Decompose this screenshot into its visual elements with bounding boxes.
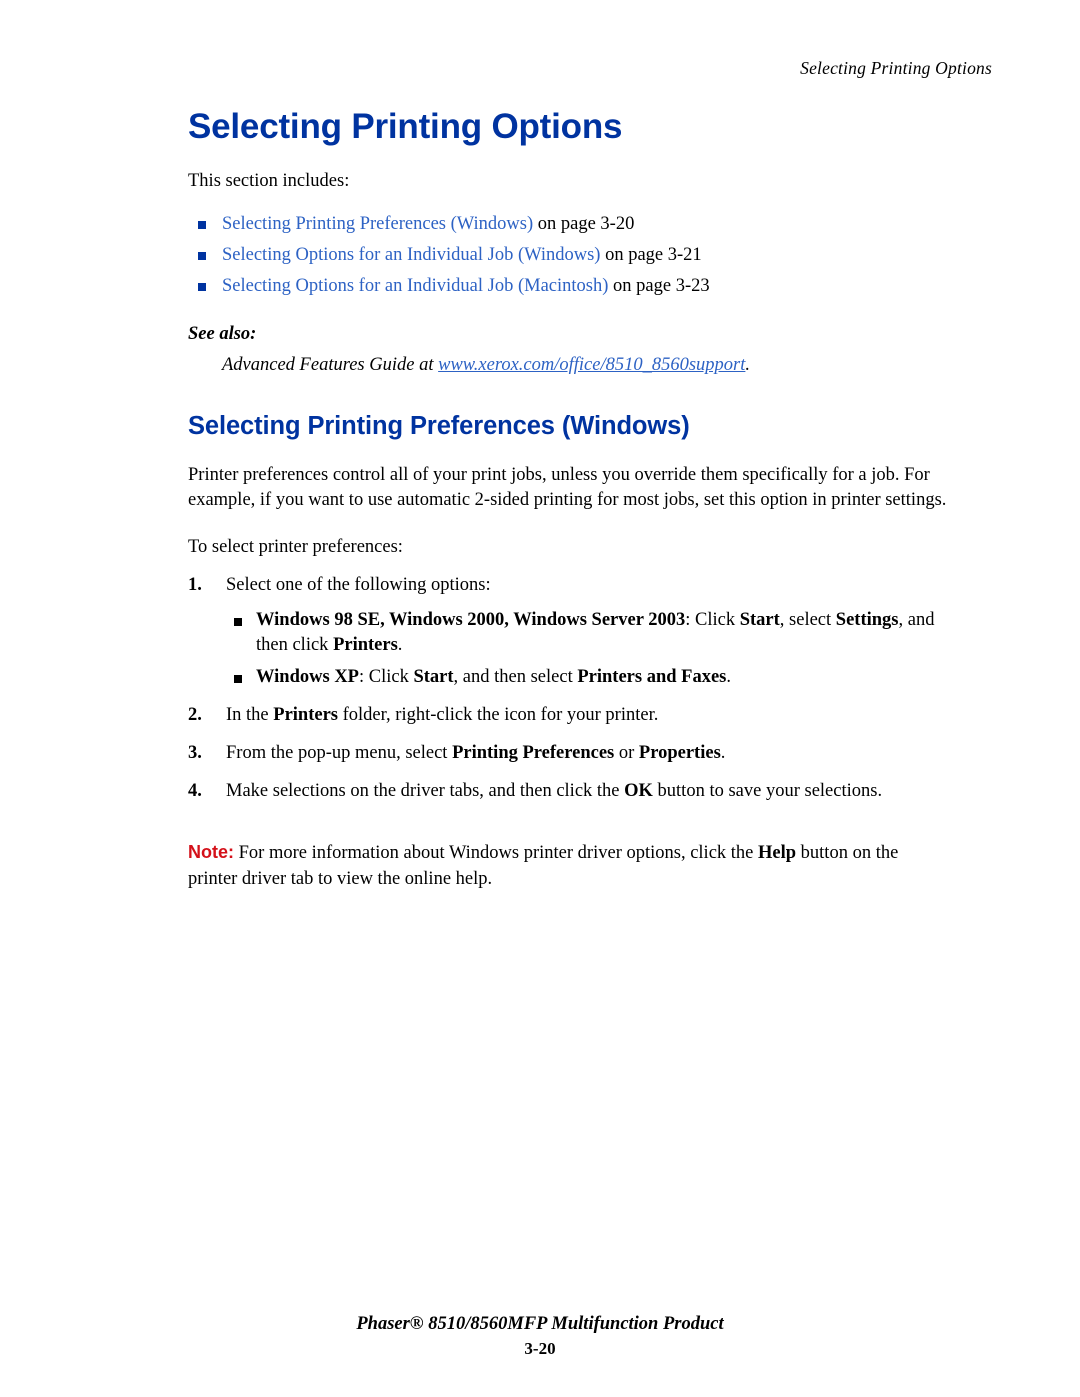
bullet-square-icon xyxy=(234,674,242,683)
ui-help: Help xyxy=(758,843,797,864)
procedure-steps: 1. Select one of the following options: … xyxy=(188,573,950,804)
link-text[interactable]: Selecting Printing Preferences (Windows) xyxy=(222,214,533,234)
bullet-square-icon xyxy=(234,617,242,626)
step-4: 4. Make selections on the driver tabs, a… xyxy=(188,779,950,804)
list-item: Windows XP: Click Start, and then select… xyxy=(226,665,950,691)
bullet-square-icon xyxy=(198,221,206,230)
os-name-2: Windows XP xyxy=(256,666,359,687)
section-heading: Selecting Printing Preferences (Windows) xyxy=(188,411,690,440)
note-label: Note: xyxy=(188,842,234,863)
step-number: 1. xyxy=(188,574,202,595)
ui-start-1: Start xyxy=(739,609,780,630)
see-also-prefix: Advanced Features Guide at xyxy=(222,354,439,375)
list-item: Windows 98 SE, Windows 2000, Windows Ser… xyxy=(226,608,950,659)
text-2: , select xyxy=(779,609,836,630)
step-text-part: or xyxy=(614,743,639,764)
page-footer: Phaser® 8510/8560MFP Multifunction Produ… xyxy=(0,1314,1080,1359)
step-text-part: In the xyxy=(226,705,274,726)
see-also-suffix: . xyxy=(745,354,751,375)
link-suffix: on page 3-20 xyxy=(533,214,635,235)
footer-product-name: Phaser® 8510/8560MFP Multifunction Produ… xyxy=(356,1314,724,1334)
bullet-square-icon xyxy=(198,283,206,292)
see-also-text: Advanced Features Guide at www.xerox.com… xyxy=(222,355,950,376)
note-prefix: For more information about Windows print… xyxy=(234,843,759,864)
document-page: Selecting Printing Options Selecting Pri… xyxy=(0,0,1080,1397)
running-header: Selecting Printing Options xyxy=(800,58,992,78)
step-number: 4. xyxy=(188,781,202,802)
link-suffix: on page 3-23 xyxy=(608,276,710,297)
list-item[interactable]: Selecting Options for an Individual Job … xyxy=(188,273,950,300)
step-text-bold: Printers xyxy=(273,705,338,726)
list-item[interactable]: Selecting Options for an Individual Job … xyxy=(188,242,950,269)
paragraph-printer-preferences: Printer preferences control all of your … xyxy=(188,464,947,510)
step-number: 2. xyxy=(188,705,202,726)
step-text-part: From the pop-up menu, select xyxy=(226,743,453,764)
text-3: . xyxy=(726,666,731,687)
step-3: 3. From the pop-up menu, select Printing… xyxy=(188,741,950,766)
step-text-part: . xyxy=(720,743,726,764)
bullet-square-icon xyxy=(198,252,206,261)
ui-printers-and-faxes: Printers and Faxes xyxy=(577,666,727,687)
ui-start-2: Start xyxy=(413,666,454,687)
text-4: . xyxy=(397,635,403,656)
step-text-part: Make selections on the driver tabs, and … xyxy=(226,781,625,802)
ui-settings: Settings xyxy=(835,609,899,630)
ui-printers: Printers xyxy=(333,635,398,656)
section-link-list: Selecting Printing Preferences (Windows)… xyxy=(188,211,950,299)
step-text-bold: OK xyxy=(624,781,653,802)
step-text-bold: Printing Preferences xyxy=(452,743,615,764)
footer-page-number: 3-20 xyxy=(524,1339,556,1358)
os-name-1: Windows 98 SE, Windows 2000, Windows Ser… xyxy=(256,609,686,630)
step-number: 3. xyxy=(188,743,202,764)
page-content: Selecting Printing Options This section … xyxy=(188,107,950,893)
step-text-part: button to save your selections. xyxy=(652,781,883,802)
text-2: , and then select xyxy=(453,666,578,687)
step-1-sub-bullets: Windows 98 SE, Windows 2000, Windows Ser… xyxy=(226,608,950,691)
paragraph-to-select: To select printer preferences: xyxy=(188,536,403,557)
step-text: Select one of the following options: xyxy=(226,574,491,595)
intro-text: This section includes: xyxy=(188,170,350,191)
note-block: Note: For more information about Windows… xyxy=(188,840,950,893)
text-1: : Click xyxy=(358,666,414,687)
step-2: 2. In the Printers folder, right-click t… xyxy=(188,703,950,728)
page-title: Selecting Printing Options xyxy=(188,107,623,146)
step-text-part: folder, right-click the icon for your pr… xyxy=(338,705,659,726)
step-1: 1. Select one of the following options: … xyxy=(188,573,950,691)
step-text-bold: Properties xyxy=(638,743,721,764)
see-also-label: See also: xyxy=(188,323,257,344)
link-suffix: on page 3-21 xyxy=(600,245,702,266)
list-item[interactable]: Selecting Printing Preferences (Windows)… xyxy=(188,211,950,238)
text-1: : Click xyxy=(685,609,740,630)
link-text[interactable]: Selecting Options for an Individual Job … xyxy=(222,276,608,296)
link-text[interactable]: Selecting Options for an Individual Job … xyxy=(222,245,600,265)
see-also-url-link[interactable]: www.xerox.com/office/8510_8560support xyxy=(438,355,745,375)
